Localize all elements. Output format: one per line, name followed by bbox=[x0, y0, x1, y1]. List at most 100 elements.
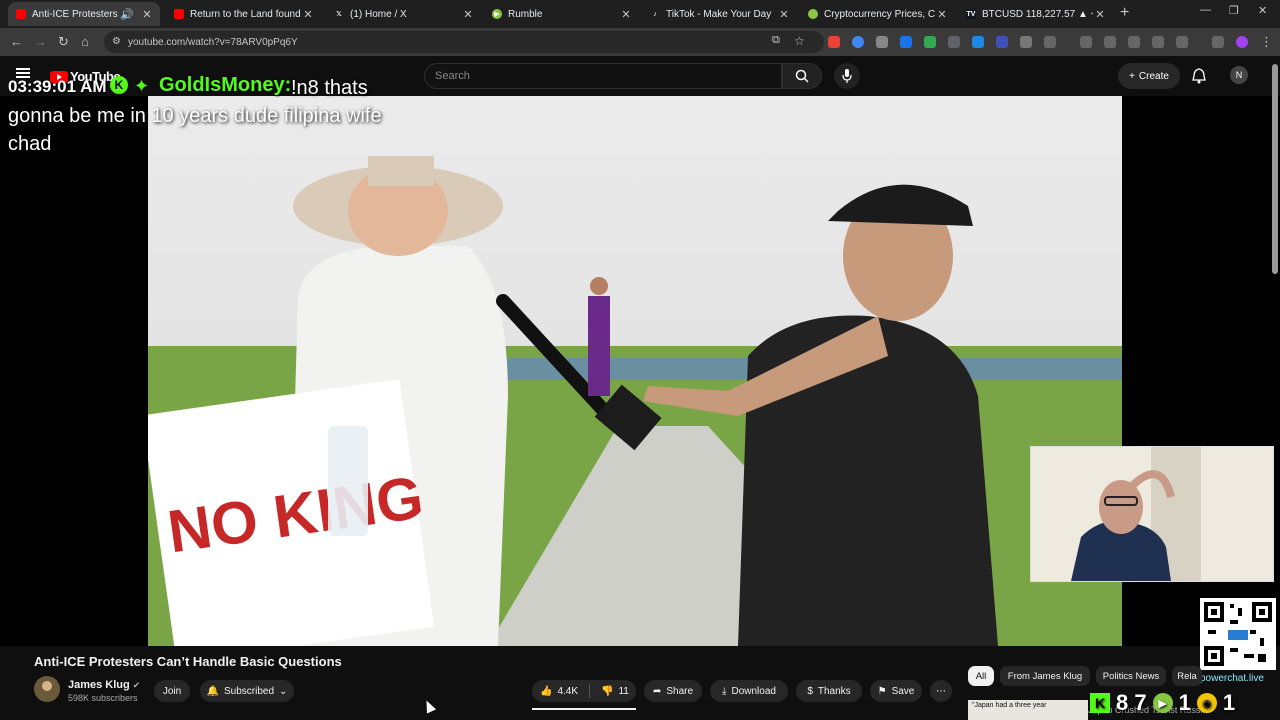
like-divider bbox=[589, 684, 591, 698]
thumbs-up-icon[interactable]: 👍 bbox=[540, 686, 552, 697]
video-title: Anti-ICE Protesters Can’t Handle Basic Q… bbox=[34, 654, 342, 669]
browser-tab-bar: Anti-ICE Protesters Can't Handle 🔊 ✕ Ret… bbox=[0, 0, 1280, 28]
extension-icon[interactable] bbox=[924, 36, 936, 48]
recommended-thumbnail[interactable]: "Japan had a three year bbox=[968, 700, 1088, 720]
chip-label: From James Klug bbox=[1007, 670, 1083, 682]
chip-all[interactable]: All bbox=[968, 666, 994, 686]
bookmark-star-icon[interactable]: ☆ bbox=[794, 34, 805, 48]
tab-rumble[interactable]: ▶ Rumble ✕ bbox=[484, 2, 639, 26]
tab-close-icon[interactable]: ✕ bbox=[777, 8, 791, 21]
url-bar[interactable]: ⚙ youtube.com/watch?v=78ARV0pPq6Y bbox=[104, 31, 824, 53]
install-icon[interactable]: ⧉ bbox=[772, 34, 780, 47]
thanks-button[interactable]: $ Thanks bbox=[796, 680, 862, 702]
extension-icon[interactable] bbox=[1152, 36, 1164, 48]
tab-close-icon[interactable]: ✕ bbox=[1093, 8, 1107, 21]
plus-icon: + bbox=[1129, 70, 1135, 82]
like-count[interactable]: 4.4K bbox=[557, 686, 578, 697]
search-input[interactable]: Search bbox=[424, 63, 782, 89]
subscribed-button[interactable]: 🔔 Subscribed ⌄ bbox=[200, 680, 294, 702]
account-avatar[interactable]: N bbox=[1230, 66, 1248, 84]
url-text: youtube.com/watch?v=78ARV0pPq6Y bbox=[128, 36, 298, 48]
tab-x-home[interactable]: 𝕏 (1) Home / X ✕ bbox=[326, 2, 481, 26]
chip-label: Rela bbox=[1177, 670, 1197, 682]
voice-search-button[interactable] bbox=[834, 63, 860, 89]
extension-icon[interactable] bbox=[1104, 36, 1116, 48]
extension-icon[interactable] bbox=[876, 36, 888, 48]
tab-close-icon[interactable]: ✕ bbox=[301, 8, 315, 21]
join-button[interactable]: Join bbox=[154, 680, 190, 702]
coingecko-favicon-icon bbox=[808, 9, 818, 19]
extensions-puzzle-icon[interactable] bbox=[1044, 36, 1056, 48]
profile-avatar[interactable] bbox=[1236, 36, 1248, 48]
tab-close-icon[interactable]: ✕ bbox=[619, 8, 633, 21]
site-info-icon[interactable]: ⚙ bbox=[112, 36, 121, 47]
streamer-webcam bbox=[1030, 446, 1274, 582]
window-close-icon[interactable]: ✕ bbox=[1258, 4, 1267, 17]
chevron-down-icon: ⌄ bbox=[279, 685, 288, 697]
chip-from-channel[interactable]: From James Klug bbox=[1000, 666, 1090, 686]
notifications-bell-icon[interactable] bbox=[1192, 68, 1206, 84]
browser-menu-icon[interactable]: ⋮ bbox=[1260, 34, 1273, 50]
save-button[interactable]: ⚑ Save bbox=[870, 680, 922, 702]
download-icon: ⤓ bbox=[722, 685, 727, 697]
tab-anti-ice[interactable]: Anti-ICE Protesters Can't Handle 🔊 ✕ bbox=[8, 2, 160, 26]
youtube-favicon-icon bbox=[16, 9, 26, 19]
tab-label: Cryptocurrency Prices, Charts, a bbox=[824, 8, 935, 20]
extension-icon[interactable] bbox=[948, 36, 960, 48]
tab-tiktok[interactable]: ♪ TikTok - Make Your Day ✕ bbox=[642, 2, 797, 26]
tab-close-icon[interactable]: ✕ bbox=[935, 8, 949, 21]
create-button[interactable]: + Create bbox=[1118, 63, 1180, 89]
tab-close-icon[interactable]: ✕ bbox=[461, 8, 475, 21]
devtools-icon[interactable] bbox=[1128, 36, 1140, 48]
history-icon[interactable] bbox=[1080, 36, 1092, 48]
extension-icon[interactable] bbox=[828, 36, 840, 48]
microphone-icon bbox=[842, 69, 852, 83]
thanks-icon: $ bbox=[807, 685, 813, 697]
youtube-favicon-icon bbox=[174, 9, 184, 19]
tab-close-icon[interactable]: ✕ bbox=[140, 8, 154, 21]
dislike-count[interactable]: 11 bbox=[618, 686, 628, 697]
tab-return-to-land[interactable]: Return to the Land founder Eric ✕ bbox=[166, 2, 321, 26]
search-icon bbox=[795, 69, 809, 83]
home-icon[interactable]: ⌂ bbox=[81, 34, 89, 49]
search-button[interactable] bbox=[782, 63, 822, 89]
chip-politics-news[interactable]: Politics News bbox=[1096, 666, 1166, 686]
reload-icon[interactable]: ↻ bbox=[58, 34, 69, 50]
address-toolbar: ← → ↻ ⌂ ⚙ youtube.com/watch?v=78ARV0pPq6… bbox=[0, 28, 1280, 56]
chip-label: Politics News bbox=[1102, 670, 1160, 682]
restore-icon[interactable]: ❐ bbox=[1229, 4, 1239, 17]
chip-related[interactable]: Rela bbox=[1172, 666, 1202, 686]
page-scrollbar[interactable] bbox=[1272, 64, 1278, 274]
tab-label: BTCUSD 118,227.57 ▲ +0.21% bbox=[982, 8, 1093, 20]
share-button[interactable]: ➦ Share bbox=[644, 680, 702, 702]
extension-icon[interactable] bbox=[900, 36, 912, 48]
save-label: Save bbox=[891, 685, 915, 697]
forward-icon[interactable]: → bbox=[34, 34, 47, 49]
thumbs-down-icon[interactable]: 👎 bbox=[601, 686, 613, 697]
download-label: Download bbox=[731, 685, 776, 697]
extension-icon[interactable] bbox=[1176, 36, 1188, 48]
extension-icon[interactable] bbox=[852, 36, 864, 48]
extension-icon[interactable] bbox=[1212, 36, 1224, 48]
download-button[interactable]: ⤓ Download bbox=[710, 680, 788, 702]
extension-icon[interactable] bbox=[996, 36, 1008, 48]
join-label: Join bbox=[162, 685, 182, 697]
minimize-icon[interactable]: — bbox=[1200, 4, 1211, 16]
subscribed-label: Subscribed bbox=[224, 685, 275, 697]
channel-name-text: James Klug bbox=[68, 679, 130, 691]
rumble-favicon-icon: ▶ bbox=[492, 9, 502, 19]
channel-name[interactable]: James Klug ✔ bbox=[68, 679, 140, 691]
tab-label: Return to the Land founder Eric bbox=[190, 8, 301, 20]
channel-avatar[interactable] bbox=[34, 676, 60, 702]
back-icon[interactable]: ← bbox=[10, 34, 23, 49]
extension-icon[interactable] bbox=[1020, 36, 1032, 48]
more-actions-icon[interactable]: ⋯ bbox=[930, 680, 952, 702]
extension-icon[interactable] bbox=[972, 36, 984, 48]
video-player[interactable]: NO KING bbox=[148, 96, 1122, 646]
new-tab-icon[interactable]: + bbox=[1120, 4, 1129, 22]
tab-label: Rumble bbox=[508, 8, 543, 20]
speaker-icon[interactable]: 🔊 bbox=[120, 8, 134, 21]
tab-btcusd[interactable]: TV BTCUSD 118,227.57 ▲ +0.21% ✕ bbox=[958, 2, 1113, 26]
tab-coingecko[interactable]: Cryptocurrency Prices, Charts, a ✕ bbox=[800, 2, 955, 26]
rumble-viewer-count: 1 bbox=[1178, 690, 1191, 715]
